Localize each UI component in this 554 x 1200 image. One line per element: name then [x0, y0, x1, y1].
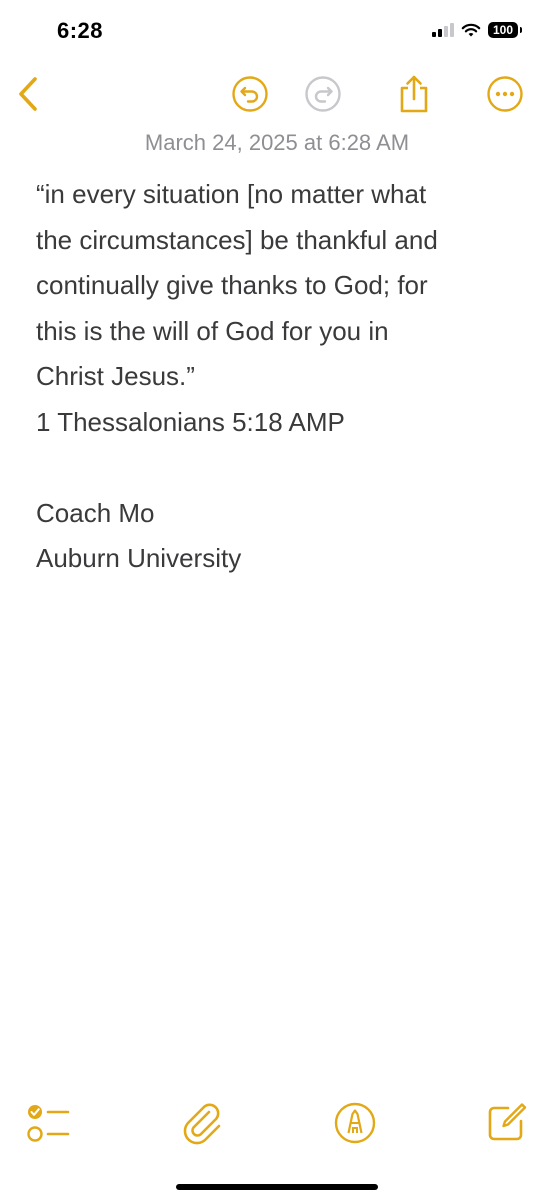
status-bar: 6:28 100 [0, 0, 554, 64]
note-line: Christ Jesus.” [36, 361, 195, 391]
attach-button[interactable] [178, 1098, 228, 1148]
redo-button[interactable] [301, 72, 345, 116]
redo-icon [305, 76, 341, 112]
note-body[interactable]: “in every situation [no matter what the … [36, 172, 526, 582]
ellipsis-circle-icon [487, 76, 523, 112]
cellular-signal-icon [432, 23, 454, 37]
battery-indicator: 100 [488, 22, 522, 38]
note-line: Auburn University [36, 543, 242, 573]
share-button[interactable] [392, 72, 436, 116]
checklist-button[interactable] [24, 1098, 74, 1148]
note-date: March 24, 2025 at 6:28 AM [144, 130, 410, 155]
home-indicator[interactable] [176, 1184, 378, 1190]
compose-button[interactable] [481, 1098, 531, 1148]
checklist-icon [27, 1105, 70, 1142]
undo-icon [232, 76, 268, 112]
share-icon [400, 75, 428, 113]
note-line: Coach Mo [36, 497, 155, 528]
chevron-left-icon [19, 77, 37, 111]
markup-pen-icon [334, 1102, 376, 1144]
note-line: “in every situation [no matter what [36, 179, 427, 209]
status-time: 6:28 [57, 18, 104, 43]
wifi-icon [461, 23, 481, 36]
note-toolbar [0, 64, 554, 124]
note-line: 1 Thessalonians 5:18 AMP [36, 406, 345, 437]
markup-button[interactable] [330, 1098, 380, 1148]
status-icons: 100 [432, 22, 522, 38]
note-line: continually give thanks to God; for [36, 270, 428, 300]
undo-button[interactable] [228, 72, 272, 116]
note-blank-line [36, 445, 526, 491]
note-line: this is the will of God for you in [36, 315, 389, 346]
compose-icon [488, 1103, 527, 1141]
paperclip-icon [183, 1103, 221, 1145]
note-line: the circumstances] be thankful and [36, 224, 438, 255]
bottom-toolbar [0, 1090, 554, 1160]
back-button[interactable] [6, 72, 50, 116]
more-button[interactable] [483, 72, 527, 116]
